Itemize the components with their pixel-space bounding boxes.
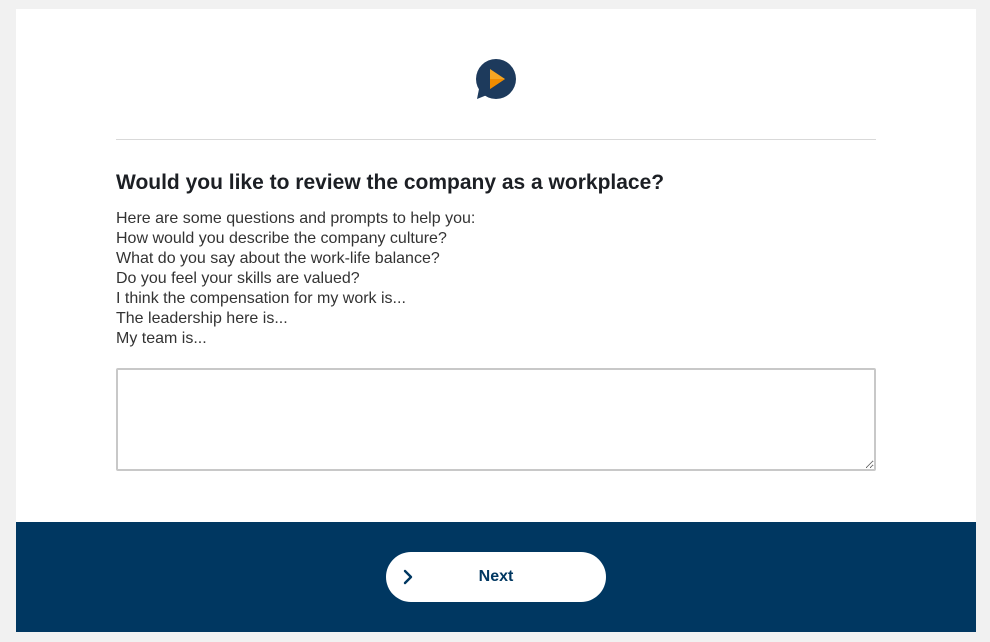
question-title: Would you like to review the company as … [116,171,665,194]
header-divider [116,139,876,140]
next-button[interactable]: Next [386,552,606,602]
prompt-line: Do you feel your skills are valued? [116,270,360,287]
survey-card: Would you like to review the company as … [16,9,976,632]
prompt-line: Here are some questions and prompts to h… [116,210,476,227]
prompt-line: I think the compensation for my work is.… [116,290,406,307]
chat-bubble-play-icon [476,59,516,99]
prompt-line: What do you say about the work-life bala… [116,250,440,267]
prompt-line: The leadership here is... [116,310,288,327]
prompt-list: Here are some questions and prompts to h… [116,209,475,349]
footer-bar: Next [16,522,976,632]
next-button-label: Next [478,568,514,585]
prompt-line: How would you describe the company cultu… [116,230,447,247]
prompt-line: My team is... [116,330,207,347]
review-textarea[interactable] [116,368,876,471]
